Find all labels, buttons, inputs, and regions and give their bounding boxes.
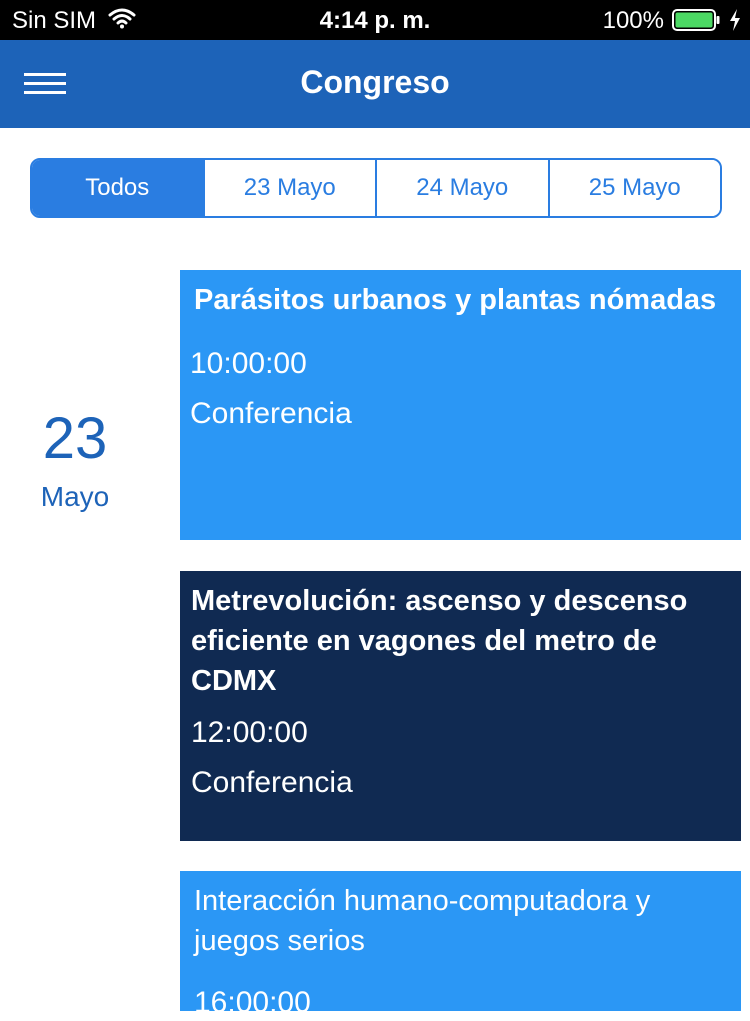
nav-bar: Congreso [0, 40, 750, 128]
battery-icon [672, 9, 722, 38]
day-number: 23 [42, 406, 108, 471]
page-title: Congreso [300, 64, 450, 100]
event-card[interactable]: Metrevolución: ascenso y descenso eficie… [180, 571, 741, 841]
event-type: Conferencia [191, 766, 353, 799]
day-month: Mayo [40, 481, 110, 512]
event-time: 12:00:00 [191, 716, 308, 749]
filter-all[interactable]: Todos [32, 160, 203, 216]
event-title: Metrevolución: ascenso y descenso eficie… [191, 585, 688, 697]
filter-23-mayo[interactable]: 23 Mayo [202, 160, 375, 216]
event-title: Parásitos urbanos y plantas nómadas [194, 284, 717, 316]
day-filter-segmented-control: Todos 23 Mayo 24 Mayo 25 Mayo [30, 158, 722, 218]
filter-24-mayo[interactable]: 24 Mayo [375, 160, 548, 216]
event-time: 10:00:00 [190, 347, 307, 380]
event-title: Interacción humano-computadora y juegos … [194, 885, 651, 957]
event-type: Conferencia [190, 397, 352, 430]
event-card[interactable]: Parásitos urbanos y plantas nómadas 10:0… [180, 270, 741, 540]
charging-bolt-icon [728, 8, 742, 39]
status-bar: Sin SIM 4:14 p. m. 100% [0, 0, 750, 40]
battery-percent: 100% [602, 7, 664, 34]
event-card[interactable]: Interacción humano-computadora y juegos … [180, 871, 741, 1019]
filter-25-mayo[interactable]: 25 Mayo [547, 160, 720, 216]
event-time: 16:00:00 [194, 986, 311, 1019]
